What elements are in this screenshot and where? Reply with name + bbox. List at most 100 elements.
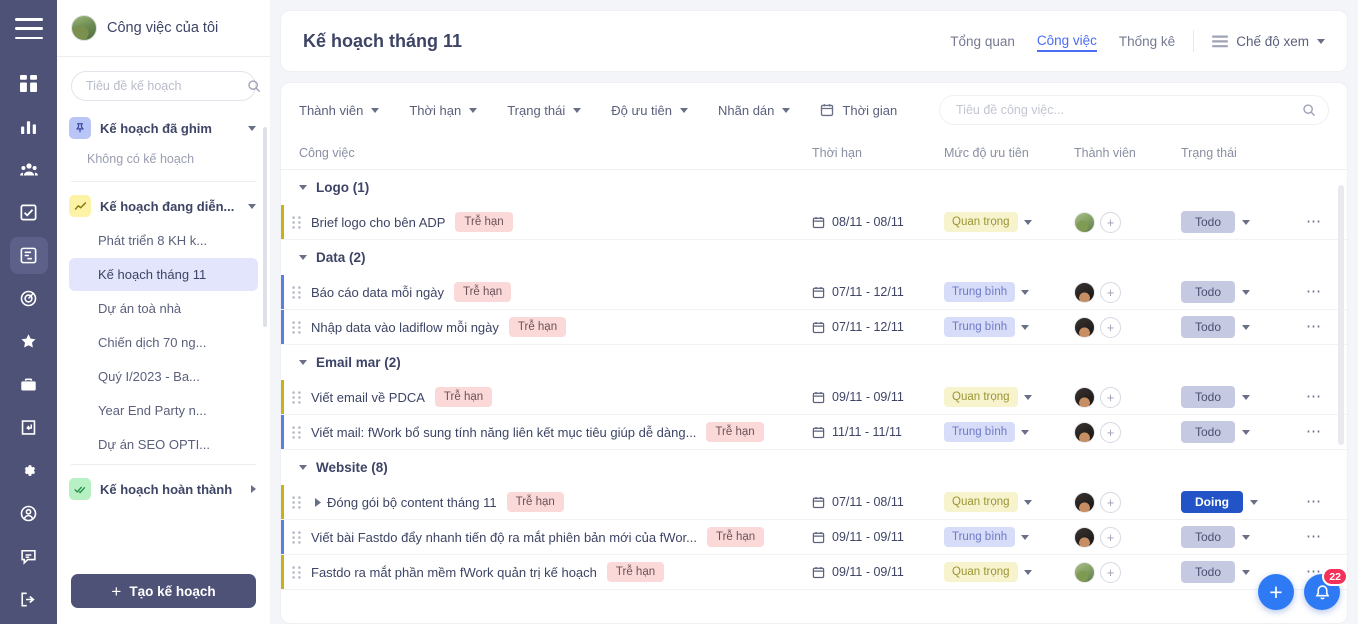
filter-thanh-vien[interactable]: Thành viên bbox=[299, 103, 380, 118]
row-more-actions-button[interactable]: ⋯ bbox=[1299, 319, 1329, 334]
chevron-down-icon[interactable] bbox=[1242, 324, 1251, 330]
row-more-actions-button[interactable]: ⋯ bbox=[1299, 284, 1329, 299]
table-row[interactable]: Đóng gói bộ content tháng 11 Trễ hạn 07/11… bbox=[281, 485, 1347, 520]
filter-trang-thai[interactable]: Trạng thái bbox=[507, 103, 582, 118]
task-group-header[interactable]: Data (2) bbox=[281, 240, 1347, 275]
chevron-down-icon[interactable] bbox=[1242, 429, 1251, 435]
chevron-down-icon[interactable] bbox=[248, 125, 256, 131]
filter-thoi-gian[interactable]: Thời gian bbox=[820, 103, 897, 118]
row-priority-cell[interactable]: Quan trọng bbox=[944, 562, 1074, 582]
tab-cong-viec[interactable]: Công việc bbox=[1036, 31, 1097, 52]
sidebar-item-plan-1[interactable]: Kế hoạch tháng 11 bbox=[69, 258, 258, 291]
star-icon[interactable] bbox=[10, 323, 48, 360]
dashboard-icon[interactable] bbox=[10, 65, 48, 102]
workspace-header[interactable]: Công việc của tôi bbox=[57, 0, 270, 57]
chevron-down-icon[interactable] bbox=[680, 107, 689, 113]
chevron-down-icon[interactable] bbox=[1250, 499, 1258, 505]
drag-handle-icon[interactable] bbox=[281, 425, 311, 439]
sidebar-group-ongoing[interactable]: Kế hoạch đang diễn... bbox=[57, 189, 270, 223]
row-status-cell[interactable]: Todo bbox=[1181, 281, 1299, 303]
chevron-down-icon[interactable] bbox=[1023, 569, 1032, 575]
task-group-header[interactable]: Email mar (2) bbox=[281, 345, 1347, 380]
expand-subtasks-icon[interactable] bbox=[311, 497, 325, 507]
chevron-down-icon[interactable] bbox=[299, 185, 307, 190]
drag-handle-icon[interactable] bbox=[281, 495, 311, 509]
sidebar-item-plan-5[interactable]: Year End Party n... bbox=[69, 394, 258, 427]
add-member-button[interactable]: + bbox=[1100, 281, 1121, 303]
chevron-down-icon[interactable] bbox=[1242, 289, 1251, 295]
row-priority-cell[interactable]: Trung bình bbox=[944, 282, 1074, 302]
plan-board-icon[interactable] bbox=[9, 237, 48, 275]
gear-icon[interactable] bbox=[10, 452, 48, 489]
sidebar-scrollbar[interactable] bbox=[263, 127, 267, 327]
sidebar-group-completed[interactable]: Kế hoạch hoàn thành bbox=[57, 472, 270, 506]
plan-search-box[interactable] bbox=[71, 71, 261, 101]
drag-handle-icon[interactable] bbox=[281, 565, 311, 579]
table-scrollbar[interactable] bbox=[1338, 185, 1344, 445]
table-row[interactable]: Viết email về PDCA Trễ hạn 09/11 - 09/11 Qu… bbox=[281, 380, 1347, 415]
drag-handle-icon[interactable] bbox=[281, 390, 311, 404]
chevron-down-icon[interactable] bbox=[1317, 38, 1325, 44]
task-group-header[interactable]: Logo (1) bbox=[281, 170, 1347, 205]
chevron-down-icon[interactable] bbox=[1021, 289, 1030, 295]
add-member-button[interactable]: + bbox=[1100, 526, 1121, 548]
chart-bar-icon[interactable] bbox=[10, 108, 48, 145]
row-more-actions-button[interactable]: ⋯ bbox=[1299, 424, 1329, 439]
chevron-down-icon[interactable] bbox=[782, 107, 791, 113]
row-status-cell[interactable]: Todo bbox=[1181, 526, 1299, 548]
row-more-actions-button[interactable]: ⋯ bbox=[1299, 214, 1329, 229]
add-member-button[interactable]: + bbox=[1100, 561, 1121, 583]
sidebar-item-plan-2[interactable]: Dự án toà nhà bbox=[69, 292, 258, 325]
chevron-down-icon[interactable] bbox=[1242, 219, 1251, 225]
drag-handle-icon[interactable] bbox=[281, 530, 311, 544]
chevron-down-icon[interactable] bbox=[299, 360, 307, 365]
chevron-down-icon[interactable] bbox=[1023, 394, 1032, 400]
table-row[interactable]: Viết bài Fastdo đẩy nhanh tiến độ ra mắt… bbox=[281, 520, 1347, 555]
row-priority-cell[interactable]: Quan trọng bbox=[944, 212, 1074, 232]
drag-handle-icon[interactable] bbox=[281, 215, 311, 229]
row-priority-cell[interactable]: Trung bình bbox=[944, 422, 1074, 442]
add-member-button[interactable]: + bbox=[1100, 491, 1121, 513]
row-due-cell[interactable]: 07/11 - 12/11 bbox=[812, 285, 944, 299]
row-member-cell[interactable]: + bbox=[1074, 526, 1181, 548]
add-member-button[interactable]: + bbox=[1100, 316, 1121, 338]
row-due-cell[interactable]: 07/11 - 12/11 bbox=[812, 320, 944, 334]
task-search-box[interactable] bbox=[939, 95, 1329, 125]
chevron-down-icon[interactable] bbox=[1242, 569, 1251, 575]
chevron-down-icon[interactable] bbox=[1021, 534, 1030, 540]
chevron-down-icon[interactable] bbox=[469, 107, 478, 113]
row-member-cell[interactable]: + bbox=[1074, 316, 1181, 338]
user-circle-icon[interactable] bbox=[10, 495, 48, 532]
drag-handle-icon[interactable] bbox=[281, 285, 311, 299]
table-row[interactable]: Brief logo cho bên ADP Trễ hạn 08/11 - 08/… bbox=[281, 205, 1347, 240]
sidebar-item-plan-0[interactable]: Phát triển 8 KH k... bbox=[69, 224, 258, 257]
task-search-input[interactable] bbox=[956, 103, 1302, 117]
chevron-down-icon[interactable] bbox=[248, 203, 256, 209]
row-status-cell[interactable]: Todo bbox=[1181, 211, 1299, 233]
chevron-down-icon[interactable] bbox=[1242, 394, 1251, 400]
row-priority-cell[interactable]: Quan trọng bbox=[944, 492, 1074, 512]
table-row[interactable]: Báo cáo data mỗi ngày Trễ hạn 07/11 - 12/1… bbox=[281, 275, 1347, 310]
task-group-header[interactable]: Website (8) bbox=[281, 450, 1347, 485]
chevron-down-icon[interactable] bbox=[371, 107, 380, 113]
row-priority-cell[interactable]: Quan trọng bbox=[944, 387, 1074, 407]
add-task-fab[interactable]: + bbox=[1258, 574, 1294, 610]
row-due-cell[interactable]: 07/11 - 08/11 bbox=[812, 495, 944, 509]
chevron-down-icon[interactable] bbox=[573, 107, 582, 113]
row-priority-cell[interactable]: Trung bình bbox=[944, 317, 1074, 337]
row-due-cell[interactable]: 09/11 - 09/11 bbox=[812, 390, 944, 404]
row-due-cell[interactable]: 09/11 - 09/11 bbox=[812, 530, 944, 544]
row-status-cell[interactable]: Todo bbox=[1181, 386, 1299, 408]
sidebar-item-plan-6[interactable]: Dự án SEO OPTI... bbox=[69, 428, 258, 461]
row-status-cell[interactable]: Todo bbox=[1181, 421, 1299, 443]
row-member-cell[interactable]: + bbox=[1074, 491, 1181, 513]
hamburger-menu-icon[interactable] bbox=[14, 18, 43, 40]
sidebar-group-pinned[interactable]: Kế hoạch đã ghim bbox=[57, 111, 270, 145]
filter-nhan-dan[interactable]: Nhãn dán bbox=[718, 103, 791, 118]
row-member-cell[interactable]: + bbox=[1074, 386, 1181, 408]
document-icon[interactable] bbox=[10, 409, 48, 446]
view-mode-selector[interactable]: Chế độ xem bbox=[1212, 34, 1325, 49]
table-row[interactable]: Fastdo ra mắt phần mềm fWork quản trị kế… bbox=[281, 555, 1347, 590]
table-row[interactable]: Nhập data vào ladiflow mỗi ngày Trễ hạn 07… bbox=[281, 310, 1347, 345]
sidebar-item-plan-4[interactable]: Quý I/2023 - Ba... bbox=[69, 360, 258, 393]
